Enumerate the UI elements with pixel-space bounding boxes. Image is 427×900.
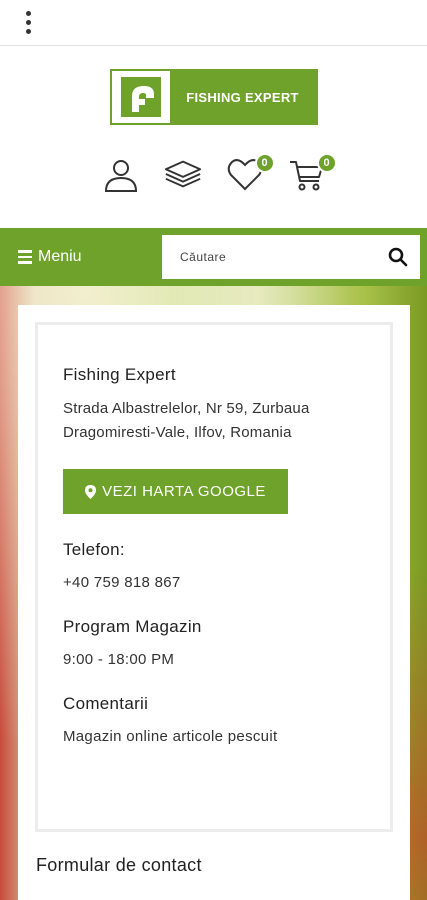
logo-text: FISHING EXPERT	[186, 89, 299, 105]
address-line-1: Strada Albastrelelor, Nr 59, Zurbaua	[63, 400, 310, 417]
phone-value[interactable]: +40 759 818 867	[63, 574, 390, 591]
address: Strada Albastrelelor, Nr 59, Zurbaua Dra…	[63, 397, 390, 445]
phone-title: Telefon:	[63, 540, 125, 559]
map-button-label: VEZI HARTA GOOGLE	[102, 483, 266, 500]
hamburger-icon	[18, 250, 32, 264]
logo-mark-icon	[111, 71, 170, 123]
logo[interactable]: FISHING EXPERT	[109, 69, 318, 125]
company-name: Fishing Expert	[63, 365, 176, 384]
wishlist-button[interactable]: 0	[225, 153, 275, 195]
contact-card: Fishing Expert Strada Albastrelelor, Nr …	[35, 322, 393, 832]
address-line-2: Dragomiresti-Vale, Ilfov, Romania	[63, 424, 292, 441]
user-icon	[104, 160, 137, 192]
comments-title: Comentarii	[63, 694, 149, 713]
wishlist-count-badge: 0	[254, 153, 275, 173]
menu-button[interactable]: Meniu	[0, 248, 162, 266]
navbar: Meniu	[0, 228, 427, 286]
comments-value: Magazin online articole pescuit	[63, 728, 278, 745]
map-marker-icon	[85, 484, 97, 499]
hours-value: 9:00 - 18:00 PM	[63, 651, 175, 668]
header-icons: 0 0	[0, 153, 427, 195]
search-icon[interactable]	[386, 245, 410, 269]
top-bar	[0, 0, 427, 46]
content-panel: Fishing Expert Strada Albastrelelor, Nr …	[18, 305, 410, 900]
google-map-button[interactable]: VEZI HARTA GOOGLE	[63, 469, 288, 514]
cart-count-badge: 0	[316, 153, 337, 173]
cart-button[interactable]: 0	[287, 153, 337, 195]
search-input[interactable]	[180, 250, 386, 264]
compare-button[interactable]	[163, 155, 203, 195]
layers-icon	[164, 160, 201, 188]
logo-wrapper: FISHING EXPERT	[0, 69, 427, 125]
hours-title: Program Magazin	[63, 617, 202, 636]
menu-label: Meniu	[38, 248, 82, 265]
account-button[interactable]	[101, 155, 141, 195]
contact-form-title: Formular de contact	[36, 855, 202, 875]
kebab-menu-icon[interactable]	[22, 7, 35, 38]
search-box	[162, 235, 420, 279]
